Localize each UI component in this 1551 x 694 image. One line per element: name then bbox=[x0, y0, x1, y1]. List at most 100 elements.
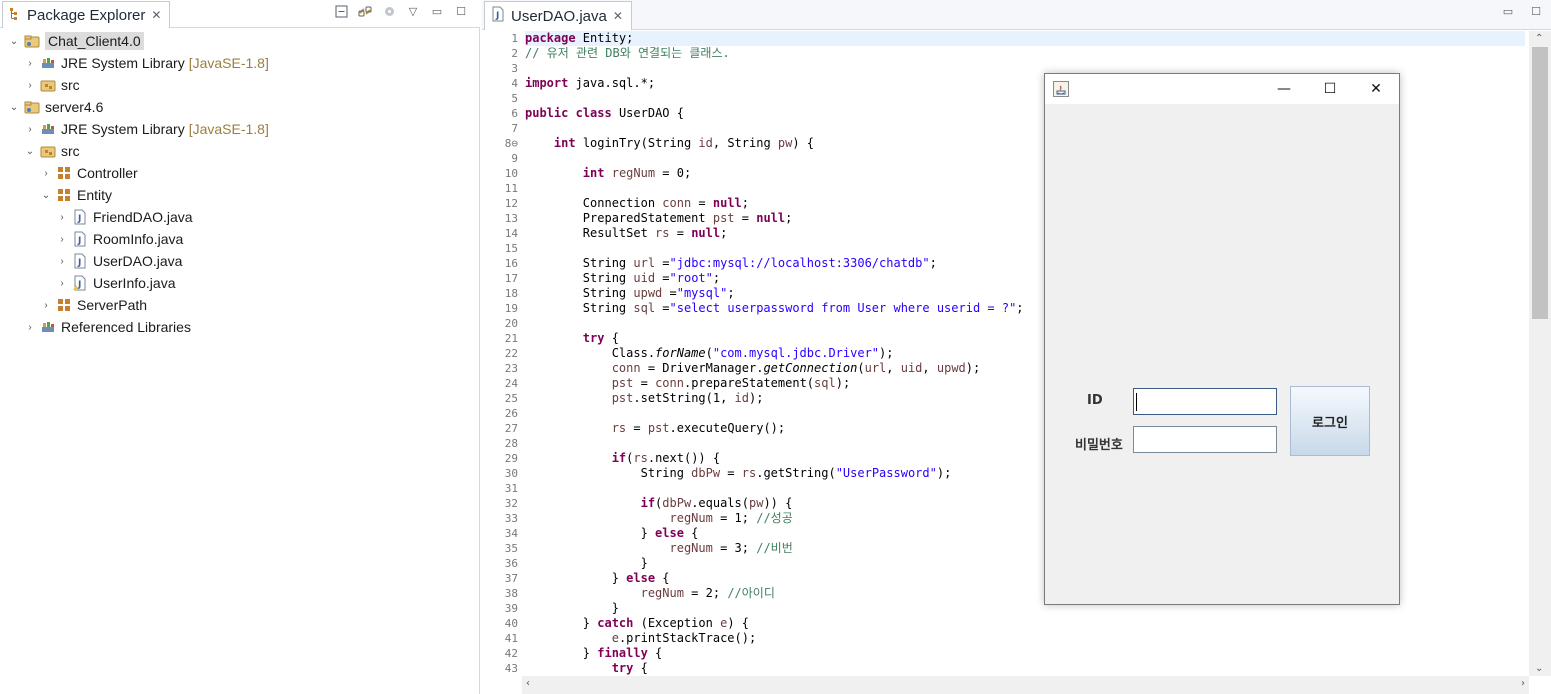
code-line[interactable]: ResultSet rs = null; bbox=[525, 226, 728, 241]
code-line[interactable]: package Entity; bbox=[525, 31, 1525, 46]
minimize-view-icon[interactable]: ▭ bbox=[430, 4, 444, 18]
code-line[interactable] bbox=[525, 91, 532, 106]
code-line[interactable]: String dbPw = rs.getString("UserPassword… bbox=[525, 466, 952, 481]
code-line[interactable]: } finally { bbox=[525, 646, 662, 661]
tree-item-chat-client[interactable]: ⌄ Chat_Client4.0 bbox=[0, 30, 478, 52]
tree-item-roominfo[interactable]: › J RoomInfo.java bbox=[0, 228, 478, 250]
code-line[interactable]: } else { bbox=[525, 571, 670, 586]
tree-item-src-2[interactable]: ⌄ src bbox=[0, 140, 478, 162]
code-line[interactable]: } else { bbox=[525, 526, 699, 541]
code-line[interactable] bbox=[525, 316, 532, 331]
expanded-chevron-icon[interactable]: ⌄ bbox=[8, 35, 20, 47]
collapsed-chevron-icon[interactable]: › bbox=[56, 255, 68, 267]
maximize-editor-icon[interactable]: ☐ bbox=[1529, 4, 1543, 18]
vertical-scrollbar[interactable]: ⌃ ⌄ bbox=[1529, 31, 1551, 676]
collapsed-chevron-icon[interactable]: › bbox=[24, 321, 36, 333]
collapsed-chevron-icon[interactable]: › bbox=[40, 167, 52, 179]
code-line[interactable] bbox=[525, 436, 532, 451]
id-input[interactable] bbox=[1133, 388, 1277, 415]
code-line[interactable]: public class UserDAO { bbox=[525, 106, 684, 121]
line-number: 31 bbox=[504, 482, 518, 495]
expanded-chevron-icon[interactable]: ⌄ bbox=[24, 145, 36, 157]
view-menu-icon[interactable]: ▽ bbox=[406, 4, 420, 18]
minimize-editor-icon[interactable]: ▭ bbox=[1501, 4, 1515, 18]
code-line[interactable] bbox=[525, 181, 532, 196]
minimize-window-icon[interactable]: — bbox=[1261, 74, 1307, 104]
package-explorer-tab[interactable]: Package Explorer ✕ bbox=[2, 1, 171, 28]
code-line[interactable] bbox=[525, 151, 532, 166]
package-icon bbox=[56, 297, 72, 313]
code-line[interactable]: Class.forName("com.mysql.jdbc.Driver"); bbox=[525, 346, 894, 361]
link-with-editor-icon[interactable] bbox=[358, 4, 372, 18]
code-line[interactable]: if(dbPw.equals(pw)) { bbox=[525, 496, 793, 511]
tree-item-frienddao[interactable]: › J FriendDAO.java bbox=[0, 206, 478, 228]
collapsed-chevron-icon[interactable]: › bbox=[24, 57, 36, 69]
collapsed-chevron-icon[interactable]: › bbox=[56, 211, 68, 223]
code-line[interactable]: pst.setString(1, id); bbox=[525, 391, 764, 406]
close-window-icon[interactable]: ✕ bbox=[1353, 74, 1399, 104]
tree-item-userinfo[interactable]: › J UserInfo.java bbox=[0, 272, 478, 294]
code-line[interactable] bbox=[525, 406, 532, 421]
code-line[interactable]: import java.sql.*; bbox=[525, 76, 655, 91]
code-line[interactable]: String sql ="select userpassword from Us… bbox=[525, 301, 1024, 316]
code-line[interactable] bbox=[525, 481, 532, 496]
code-line[interactable]: String url ="jdbc:mysql://localhost:3306… bbox=[525, 256, 937, 271]
code-line[interactable]: // 유저 관련 DB와 연결되는 클래스. bbox=[525, 46, 730, 61]
collapsed-chevron-icon[interactable]: › bbox=[56, 233, 68, 245]
tree-item-server[interactable]: ⌄ server4.6 bbox=[0, 96, 478, 118]
code-line[interactable]: e.printStackTrace(); bbox=[525, 631, 757, 646]
tree-item-src-1[interactable]: › src bbox=[0, 74, 478, 96]
code-line[interactable]: try { bbox=[525, 331, 619, 346]
code-line[interactable]: conn = DriverManager.getConnection(url, … bbox=[525, 361, 981, 376]
code-line[interactable]: pst = conn.prepareStatement(sql); bbox=[525, 376, 850, 391]
tree-item-userdao[interactable]: › J UserDAO.java bbox=[0, 250, 478, 272]
collapsed-chevron-icon[interactable]: › bbox=[24, 123, 36, 135]
collapsed-chevron-icon[interactable]: › bbox=[24, 79, 36, 91]
editor-tab-userdao[interactable]: J UserDAO.java ✕ bbox=[484, 1, 632, 30]
maximize-view-icon[interactable]: ☐ bbox=[454, 4, 468, 18]
code-line[interactable]: try { bbox=[525, 661, 648, 676]
scroll-up-icon[interactable]: ⌃ bbox=[1535, 33, 1543, 44]
code-line[interactable]: Connection conn = null; bbox=[525, 196, 749, 211]
code-line[interactable]: String uid ="root"; bbox=[525, 271, 720, 286]
scroll-right-icon[interactable]: › bbox=[1521, 678, 1525, 689]
window-titlebar[interactable]: — ☐ ✕ bbox=[1045, 74, 1399, 104]
tree-item-referenced-libraries[interactable]: › Referenced Libraries bbox=[0, 316, 478, 338]
scroll-down-icon[interactable]: ⌄ bbox=[1535, 663, 1543, 674]
code-line[interactable] bbox=[525, 241, 532, 256]
maximize-window-icon[interactable]: ☐ bbox=[1307, 74, 1353, 104]
collapsed-chevron-icon[interactable]: › bbox=[40, 299, 52, 311]
scroll-left-icon[interactable]: ‹ bbox=[526, 678, 530, 689]
tree-item-entity[interactable]: ⌄ Entity bbox=[0, 184, 478, 206]
expanded-chevron-icon[interactable]: ⌄ bbox=[8, 101, 20, 113]
tree-item-controller[interactable]: › Controller bbox=[0, 162, 478, 184]
tree-item-serverpath[interactable]: › ServerPath bbox=[0, 294, 478, 316]
password-input[interactable] bbox=[1133, 426, 1277, 453]
code-line[interactable]: } bbox=[525, 556, 648, 571]
scrollbar-thumb[interactable] bbox=[1532, 47, 1548, 319]
code-line[interactable]: int regNum = 0; bbox=[525, 166, 691, 181]
code-line[interactable]: } bbox=[525, 601, 619, 616]
code-line[interactable]: regNum = 2; //아이디 bbox=[525, 586, 775, 601]
close-icon[interactable]: ✕ bbox=[151, 8, 161, 22]
tree-item-jre-library-1[interactable]: › JRE System Library [JavaSE-1.8] bbox=[0, 52, 478, 74]
code-line[interactable]: regNum = 1; //성공 bbox=[525, 511, 793, 526]
collapsed-chevron-icon[interactable]: › bbox=[56, 277, 68, 289]
close-icon[interactable]: ✕ bbox=[613, 9, 623, 23]
horizontal-scrollbar[interactable]: ‹ › bbox=[522, 676, 1529, 694]
expanded-chevron-icon[interactable]: ⌄ bbox=[40, 189, 52, 201]
code-line[interactable]: int loginTry(String id, String pw) { bbox=[525, 136, 814, 151]
code-line[interactable]: if(rs.next()) { bbox=[525, 451, 720, 466]
code-line[interactable] bbox=[525, 121, 532, 136]
code-line[interactable]: rs = pst.executeQuery(); bbox=[525, 421, 785, 436]
code-line[interactable]: } catch (Exception e) { bbox=[525, 616, 749, 631]
code-line[interactable]: PreparedStatement pst = null; bbox=[525, 211, 793, 226]
tree-item-label: FriendDAO.java bbox=[93, 209, 193, 225]
collapse-all-icon[interactable] bbox=[334, 4, 348, 18]
login-button[interactable]: 로그인 bbox=[1290, 386, 1370, 456]
tree-item-jre-library-2[interactable]: › JRE System Library [JavaSE-1.8] bbox=[0, 118, 478, 140]
code-line[interactable]: String upwd ="mysql"; bbox=[525, 286, 735, 301]
code-line[interactable] bbox=[525, 61, 532, 76]
code-line[interactable]: regNum = 3; //비번 bbox=[525, 541, 793, 556]
focus-icon[interactable] bbox=[382, 4, 396, 18]
